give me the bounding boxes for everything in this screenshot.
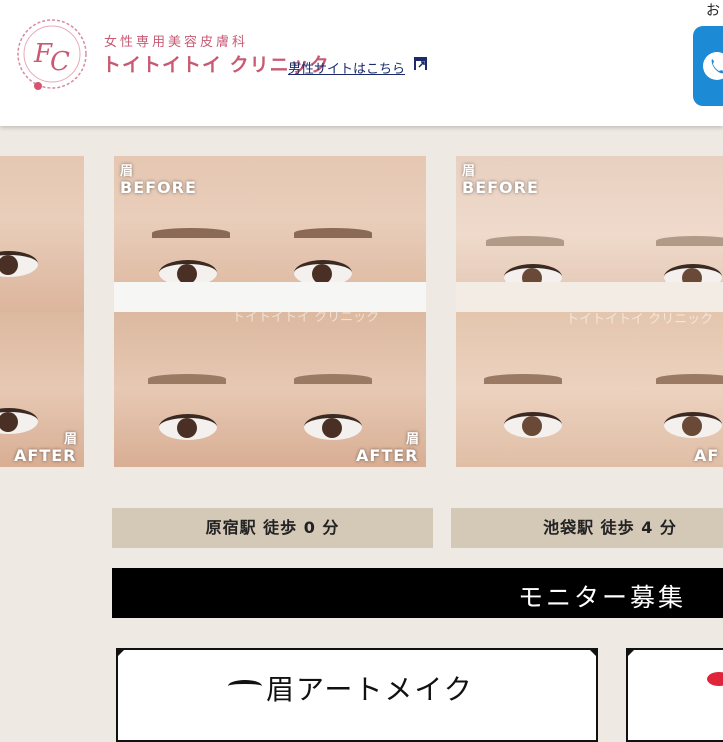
eyebrow-graphic: [148, 374, 226, 384]
phone-icon: [703, 52, 723, 80]
menu-card-title: 眉アートメイク: [266, 673, 474, 706]
clinic-watermark: トイトイトイ クリニック: [566, 312, 714, 327]
after-label: AFTER: [356, 446, 419, 465]
before-part-label: 眉: [120, 164, 134, 179]
before-after-photo[interactable]: トイトイトイ クリニック 眉 BEFORE AF: [456, 156, 723, 467]
menu-card[interactable]: [626, 648, 723, 742]
header-top-right-text: お: [706, 3, 720, 19]
after-part-label: 眉: [64, 432, 78, 447]
male-site-link[interactable]: 男性サイトはこちら: [288, 58, 405, 77]
eyebrow-graphic: [294, 228, 372, 238]
station-access-label[interactable]: 池袋駅 徒歩 4 分: [451, 508, 723, 548]
before-after-photo[interactable]: 眉 AFTER: [0, 156, 84, 467]
eyebrow-graphic: [656, 236, 723, 246]
clinic-logo[interactable]: F C: [12, 14, 92, 94]
eye-graphic: [664, 412, 722, 438]
clinic-tagline: 女性専用美容皮膚科: [104, 35, 249, 50]
after-part-label: 眉: [406, 432, 420, 447]
site-header: F C 女性専用美容皮膚科 トイトイトイ クリニック 男性サイトはこちら お: [0, 0, 723, 126]
station-access-label[interactable]: 原宿駅 徒歩 0 分: [112, 508, 433, 548]
eyebrow-graphic: [294, 374, 372, 384]
before-label: BEFORE: [120, 178, 197, 197]
eyebrow-graphic: [486, 236, 564, 246]
eye-graphic: [504, 412, 562, 438]
clinic-watermark: トイトイトイ クリニック: [232, 310, 380, 325]
before-image: [0, 156, 84, 312]
after-label: AF: [694, 446, 720, 465]
before-after-photo[interactable]: トイトイトイ クリニック 眉 BEFORE 眉 AFTER: [114, 156, 426, 467]
corner-ornament: [116, 648, 126, 658]
corner-ornament: [626, 648, 636, 658]
before-label: BEFORE: [462, 178, 539, 197]
after-image: [114, 312, 426, 467]
svg-text:C: C: [50, 47, 70, 77]
external-link-icon: [414, 57, 427, 70]
eyebrow-icon: [228, 680, 262, 692]
eyebrow-graphic: [152, 228, 230, 238]
after-image: [456, 312, 723, 467]
eye-graphic: [304, 414, 362, 440]
corner-ornament: [588, 648, 598, 658]
before-part-label: 眉: [462, 164, 476, 179]
eyebrow-graphic: [656, 374, 723, 384]
after-label: AFTER: [14, 446, 77, 465]
phone-contact-button[interactable]: [693, 26, 723, 106]
eyebrow-graphic: [484, 374, 562, 384]
eye-graphic: [159, 414, 217, 440]
monitor-banner-title: モニター募集: [518, 583, 687, 612]
